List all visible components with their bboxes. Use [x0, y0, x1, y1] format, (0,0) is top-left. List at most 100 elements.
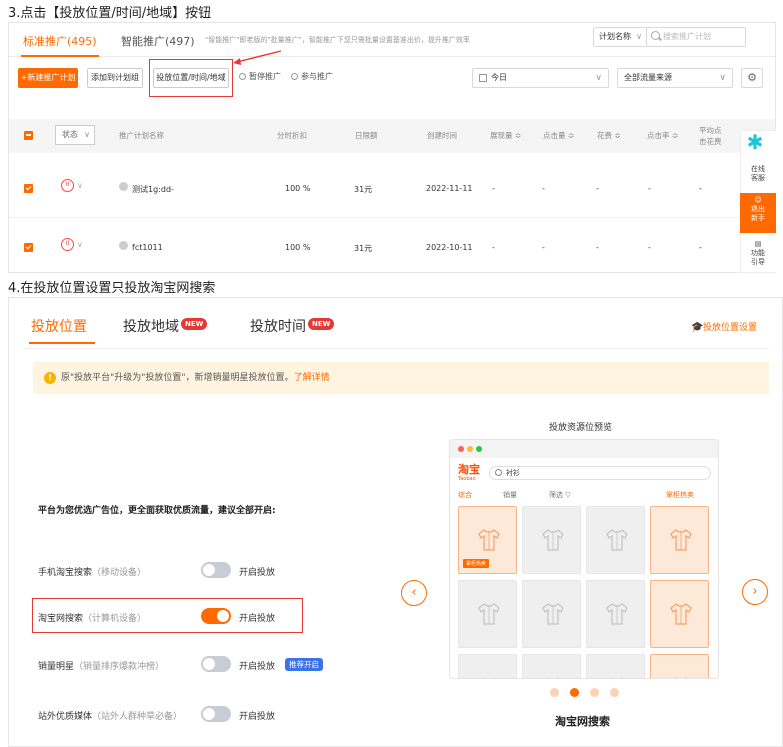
online-label-2: 客服	[751, 174, 765, 182]
header-impressions[interactable]: 展现量 ≎	[490, 130, 521, 141]
position-name: 手机淘宝搜索	[38, 568, 93, 578]
date-select[interactable]: 今日 ∨	[472, 68, 609, 88]
search-placeholder: 搜索推广计划	[663, 32, 711, 41]
product-cell: 掌柜热卖	[458, 506, 517, 574]
highlight-box	[149, 59, 233, 97]
column-settings-button[interactable]: ⚙	[741, 68, 763, 88]
online-service-button[interactable]: 在线 客服	[740, 165, 776, 183]
preview-title: 投放资源位预览	[549, 423, 613, 433]
pause-status-icon[interactable]: II	[61, 179, 74, 192]
guide-icon: ▤	[754, 240, 762, 248]
cell-created: 2022-11-11	[426, 184, 473, 193]
promotion-tabbar: 标准推广(495) 智能推广(497) "智能推广"即老版的"批量推广"，智能推…	[9, 23, 775, 57]
cell-impressions: -	[492, 184, 495, 193]
cell-avg-cost: -	[699, 184, 702, 193]
active-tab-underline	[21, 55, 99, 57]
tab-position[interactable]: 投放位置	[31, 316, 87, 336]
learn-more-link[interactable]: 了解详情	[294, 373, 330, 383]
graduation-cap-icon: 🎓	[691, 322, 704, 333]
row-checkbox[interactable]	[24, 243, 33, 252]
search-input[interactable]: 搜索推广计划	[646, 27, 746, 47]
cell-impressions: -	[492, 243, 495, 252]
chevron-down-icon[interactable]: ∨	[77, 240, 83, 249]
chevron-down-icon[interactable]: ∨	[77, 181, 83, 190]
preview-caption: 淘宝网搜索	[555, 715, 610, 728]
header-cost[interactable]: 花费 ≎	[597, 130, 621, 141]
carousel-dot[interactable]	[610, 688, 619, 697]
position-row-mobile-search: 手机淘宝搜索（移动设备） 开启投放	[38, 560, 308, 584]
chevron-left-icon: ‹	[411, 585, 417, 600]
annotation-arrow	[233, 50, 282, 65]
highlight-box	[32, 598, 303, 633]
mascot-icon[interactable]: ✱	[740, 130, 770, 154]
recommend-text: 平台为您优选广告位，更全面获取优质流量，建议全部开启:	[38, 506, 276, 516]
table-row: II ∨ fct1011 100 % 31元 2022-10-11 - - - …	[9, 219, 775, 272]
toggle-label: 开启投放	[239, 712, 276, 722]
notice-banner: ! 原"投放平台"升级为"投放位置"，新增销量明星投放位置。了解详情	[33, 362, 769, 394]
header-ctr[interactable]: 点击率 ≎	[647, 130, 678, 141]
add-to-group-button[interactable]: 添加到计划组	[87, 68, 143, 88]
status-filter-select[interactable]: 状态 ∨	[55, 125, 95, 145]
plan-icon	[119, 182, 128, 191]
header-clicks[interactable]: 点击量 ≎	[543, 130, 574, 141]
position-row-sales-star: 销量明星（销量排序爆款冲榜） 开启投放 推荐开启	[38, 654, 323, 678]
tab-region[interactable]: 投放地域	[123, 316, 179, 336]
carousel-dot-active[interactable]	[570, 688, 579, 697]
window-dot-red	[458, 446, 464, 452]
carousel-prev-button[interactable]: ‹	[401, 580, 427, 606]
plan-name-select[interactable]: 计划名称 ∨	[593, 27, 647, 47]
product-cell	[458, 654, 517, 678]
table-header: 状态 ∨ 推广计划名称 分时折扣 日限额 创建时间 展现量 ≎ 点击量 ≎ 花费 …	[9, 119, 775, 153]
toggle-label: 开启投放	[239, 662, 276, 672]
carousel-next-button[interactable]: ›	[742, 579, 768, 605]
campaign-list-panel: 标准推广(495) 智能推广(497) "智能推广"即老版的"批量推广"，智能推…	[8, 22, 776, 273]
row-checkbox[interactable]	[24, 184, 33, 193]
toggle-switch[interactable]	[201, 706, 231, 722]
exit-beginner-button[interactable]: ☺ 退出 新手	[740, 193, 776, 233]
cell-plan-name[interactable]: 测试1g:dd-	[132, 184, 174, 195]
new-plan-button[interactable]: +新建推广计划	[18, 68, 78, 88]
tab-smart-promotion[interactable]: 智能推广(497)	[121, 33, 195, 49]
step3-title: 3.点击【投放位置/时间/地域】按钮	[8, 6, 212, 21]
cell-ctr: -	[648, 243, 651, 252]
carousel-dot[interactable]	[550, 688, 559, 697]
chevron-down-icon: ∨	[595, 73, 602, 83]
toggle-switch[interactable]	[201, 562, 231, 578]
select-all-checkbox[interactable]	[24, 131, 33, 140]
cell-plan-name[interactable]: fct1011	[132, 243, 163, 252]
chevron-down-icon: ∨	[636, 32, 642, 41]
cell-cost: -	[596, 243, 599, 252]
promote-radio-icon	[291, 73, 298, 80]
position-label: 站外优质媒体（站外人群种草必备）	[38, 709, 182, 722]
position-settings-link[interactable]: 🎓投放位置设置	[691, 320, 757, 333]
preview-window-bar	[450, 440, 718, 458]
position-settings-label: 投放位置设置	[703, 323, 758, 333]
header-discount: 分时折扣	[277, 131, 307, 140]
window-dot-green	[476, 446, 482, 452]
preview-tab-hot: 掌柜热卖	[666, 491, 694, 499]
toggle-switch[interactable]	[201, 656, 231, 672]
header-avg-cost-line2: 击花费	[699, 137, 722, 146]
pause-action[interactable]: 暂停推广	[239, 71, 281, 82]
active-tab-underline	[29, 342, 95, 344]
plan-icon	[119, 241, 128, 250]
cell-created: 2022-10-11	[426, 243, 473, 252]
calendar-icon	[479, 74, 487, 82]
cell-avg-cost: -	[699, 243, 702, 252]
feature-guide-button[interactable]: ▤ 功能 引导	[740, 240, 776, 267]
info-icon: !	[44, 372, 56, 384]
tabs-divider	[23, 348, 769, 349]
tab-standard-promotion[interactable]: 标准推广(495)	[23, 33, 97, 49]
pause-status-icon[interactable]: II	[61, 238, 74, 251]
preview-window: 淘宝 Taobao 衬衫 综合 销量 筛选 ▽ 掌柜热卖 掌柜热卖	[449, 439, 719, 679]
window-dot-yellow	[467, 446, 473, 452]
carousel-dot[interactable]	[590, 688, 599, 697]
preview-tab-filter: 筛选 ▽	[549, 491, 571, 499]
product-tag: 掌柜热卖	[463, 559, 490, 568]
guide-label-1: 功能	[751, 249, 765, 257]
traffic-source-select[interactable]: 全部流量来源 ∨	[617, 68, 733, 88]
promote-action[interactable]: 参与推广	[291, 71, 333, 82]
header-plan-name: 推广计划名称	[119, 131, 164, 140]
product-cell	[522, 580, 581, 648]
tab-time[interactable]: 投放时间	[250, 316, 306, 336]
